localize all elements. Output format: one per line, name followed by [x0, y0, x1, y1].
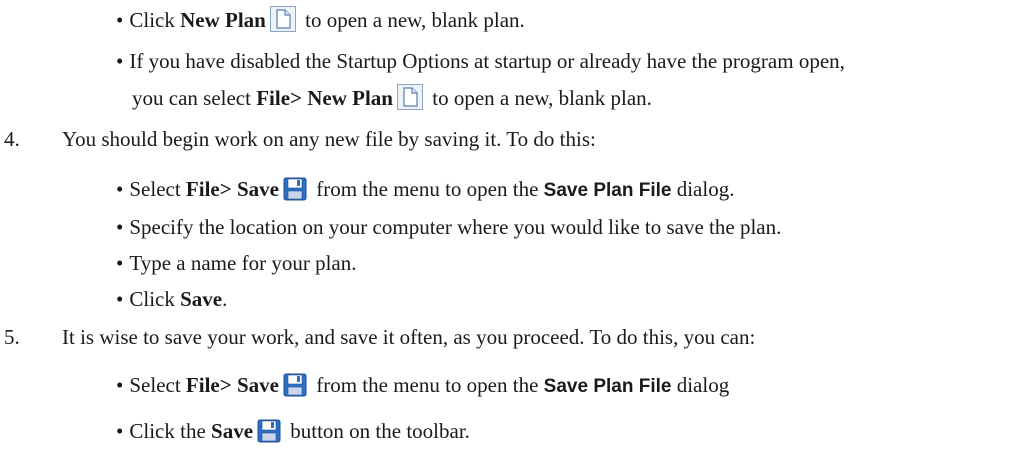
save-disk-icon — [283, 373, 307, 397]
bullet-new-plan: • Click New Plan to open a new, blank pla… — [116, 6, 525, 32]
save-label: Save — [211, 419, 254, 443]
save-plan-file-dialog-name: Save Plan File — [543, 180, 672, 201]
bullet-marker: • — [116, 177, 124, 201]
bullet-text-middle: from the menu to open the — [310, 177, 544, 201]
step4-bullet-click-save: • Click Save. — [116, 286, 227, 312]
step-text: It is wise to save your work, and save i… — [62, 325, 756, 349]
step4-bullet-select-save: • Select File> Save from the menu to open… — [116, 176, 734, 202]
step5-bullet-toolbar-save: • Click the Save button on the toolbar. — [116, 418, 470, 444]
new-document-icon — [397, 84, 423, 110]
step4-bullet-location: • Specify the location on your computer w… — [116, 214, 781, 240]
save-disk-icon — [283, 177, 307, 201]
file-save-label: File> Save — [185, 177, 279, 201]
bullet-text: Type a name for your plan. — [129, 251, 357, 275]
bullet-text-prefix: Select — [129, 373, 186, 397]
step-4: 4. You should begin work on any new file… — [0, 126, 1022, 152]
bullet-text-suffix: . — [222, 287, 228, 311]
bullet-text-middle: from the menu to open the — [310, 373, 544, 397]
step-number: 4. — [4, 127, 20, 151]
bullet-text-prefix: Click the — [129, 419, 212, 443]
bullet-text-suffix: dialog. — [671, 177, 735, 201]
new-document-icon — [270, 6, 296, 32]
new-plan-label: New Plan — [180, 8, 266, 32]
bullet-marker: • — [116, 251, 124, 275]
save-plan-file-dialog-name: Save Plan File — [543, 376, 672, 397]
bullet-text-prefix: Click — [129, 8, 181, 32]
bullet-text-suffix: button on the toolbar. — [285, 419, 470, 443]
bullet-marker: • — [116, 49, 124, 73]
bullet-text-suffix: dialog — [671, 373, 730, 397]
bullet-marker: • — [116, 8, 124, 32]
bullet-text: If you have disabled the Startup Options… — [129, 49, 845, 73]
bullet-marker: • — [116, 373, 124, 397]
bullet-text-prefix: Select — [129, 177, 186, 201]
bullet-text-suffix: to open a new, blank plan. — [426, 86, 652, 110]
save-label: Save — [180, 287, 223, 311]
bullet-text: Specify the location on your computer wh… — [129, 215, 782, 239]
step4-bullet-type-name: • Type a name for your plan. — [116, 250, 356, 276]
bullet-text-prefix: Click — [129, 287, 181, 311]
bullet-text-suffix: to open a new, blank plan. — [299, 8, 525, 32]
save-disk-icon — [257, 419, 281, 443]
file-save-label: File> Save — [185, 373, 279, 397]
step-5: 5. It is wise to save your work, and sav… — [0, 324, 1022, 350]
bullet-marker: • — [116, 419, 124, 443]
bullet-marker: • — [116, 215, 124, 239]
step-number: 5. — [4, 325, 20, 349]
bullet-marker: • — [116, 287, 124, 311]
file-new-plan-label: File> New Plan — [256, 86, 393, 110]
bullet-startup-continuation: you can select File> New Plan to open a … — [132, 84, 652, 110]
step-text: You should begin work on any new file by… — [62, 127, 596, 151]
bullet-text-prefix: you can select — [132, 86, 257, 110]
step5-bullet-select-save: • Select File> Save from the menu to open… — [116, 372, 729, 398]
bullet-startup-options: • If you have disabled the Startup Option… — [116, 48, 845, 74]
